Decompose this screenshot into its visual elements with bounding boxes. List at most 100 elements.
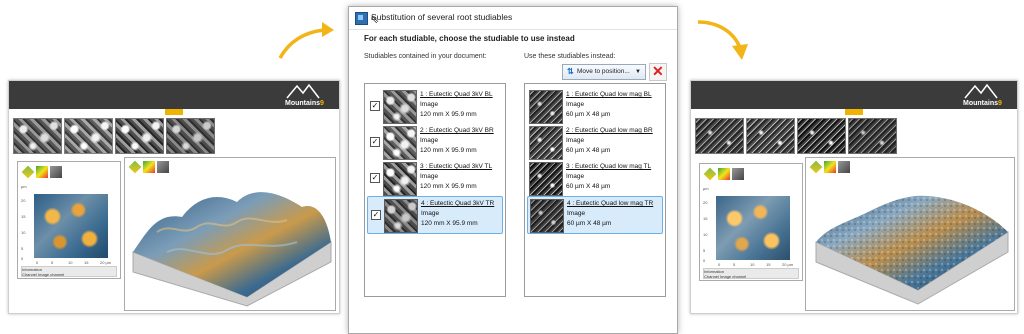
studiable-type: Image bbox=[420, 137, 439, 144]
source-list-item[interactable]: ✓ 1 : Eutectic Quad 3kV BL Image 120 mm … bbox=[367, 88, 503, 124]
include-checkbox[interactable]: ✓ bbox=[370, 101, 380, 111]
studiable-thumbnail bbox=[64, 118, 113, 154]
studiable-thumbnail bbox=[797, 118, 846, 154]
info-row-value: Image channel bbox=[38, 272, 65, 277]
studiable-size: 60 µm X 48 µm bbox=[566, 183, 611, 190]
map-2d-panel: µm 20 15 10 5 0 0 5 10 15 20 µm Informat… bbox=[17, 161, 121, 279]
move-to-position-dropdown[interactable]: ⇅ Move to position... ▼ bbox=[562, 64, 646, 80]
studiable-thumbnail bbox=[384, 199, 418, 233]
studiable-name: 1 : Eutectic Quad low mag BL bbox=[566, 91, 652, 98]
studiable-name: 3 : Eutectic Quad low mag TL bbox=[566, 163, 652, 170]
source-list-item[interactable]: ✓ 2 : Eutectic Quad 3kV BR Image 120 mm … bbox=[367, 124, 503, 160]
studiable-thumbnail bbox=[383, 90, 417, 124]
mountain-logo-icon bbox=[286, 83, 320, 99]
studiable-thumbnail bbox=[529, 90, 563, 124]
color-map-image bbox=[34, 194, 108, 258]
studiable-type: Image bbox=[421, 210, 440, 217]
x-tick: 0 bbox=[36, 260, 39, 265]
x-tick: 20 µm bbox=[782, 262, 794, 267]
surface-diamond-icon bbox=[21, 165, 35, 179]
target-list-item[interactable]: 2 : Eutectic Quad low mag BR Image 60 µm… bbox=[527, 124, 663, 160]
studiable-name: 3 : Eutectic Quad 3kV TL bbox=[420, 163, 493, 170]
mountain-logo-icon bbox=[964, 83, 998, 99]
target-list-item[interactable]: 1 : Eutectic Quad low mag BL Image 60 µm… bbox=[527, 88, 663, 124]
studiable-size: 120 mm X 95.9 mm bbox=[421, 220, 478, 227]
substitution-dialog: Substitution of several root studiables … bbox=[348, 6, 678, 334]
y-tick: 0 bbox=[703, 258, 706, 263]
logo-version: 9 bbox=[320, 100, 324, 107]
x-tick: 0 bbox=[718, 262, 721, 267]
delete-x-icon: ✕ bbox=[652, 63, 664, 79]
surface-diamond-icon bbox=[703, 167, 717, 181]
arrow-down-right-icon bbox=[697, 20, 748, 60]
studiable-thumbnail bbox=[848, 118, 897, 154]
document-header: Mountains9 bbox=[691, 81, 1017, 109]
surface-3d-render bbox=[815, 195, 1009, 305]
studiable-size: 60 µm X 48 µm bbox=[567, 220, 612, 227]
x-tick: 5 bbox=[733, 262, 736, 267]
surface-3d-panel bbox=[124, 157, 336, 311]
info-row-label: Channel bbox=[22, 272, 37, 277]
studiable-thumbnail bbox=[13, 118, 62, 154]
studiable-thumbnail bbox=[383, 162, 417, 196]
info-row-label: Channel bbox=[704, 274, 719, 279]
target-list-item[interactable]: 3 : Eutectic Quad low mag TL Image 60 µm… bbox=[527, 160, 663, 196]
studiable-thumbnail bbox=[530, 199, 564, 233]
x-tick: 15 bbox=[84, 260, 89, 265]
chevron-down-icon: ▼ bbox=[635, 69, 641, 75]
mouse-cursor-icon: ⇖ bbox=[370, 14, 380, 26]
studiable-type: Image bbox=[566, 101, 585, 108]
source-list-item-selected[interactable]: ✓ 4 : Eutectic Quad 3kV TR Image 120 mm … bbox=[367, 196, 503, 234]
info-row-value: Image channel bbox=[720, 274, 747, 279]
document-header: Mountains9 bbox=[9, 81, 339, 109]
move-arrows-icon: ⇅ bbox=[567, 67, 574, 76]
y-tick: 0 bbox=[21, 256, 24, 261]
include-checkbox[interactable]: ✓ bbox=[370, 137, 380, 147]
logo-version: 9 bbox=[998, 100, 1002, 107]
dialog-titlebar[interactable]: Substitution of several root studiables bbox=[349, 7, 677, 30]
x-tick: 5 bbox=[51, 260, 54, 265]
studiable-type: Image bbox=[420, 173, 439, 180]
arrow-right-icon bbox=[278, 22, 334, 59]
include-checkbox[interactable]: ✓ bbox=[370, 173, 380, 183]
studiable-thumbnail bbox=[529, 126, 563, 160]
studiable-name: 1 : Eutectic Quad 3kV BL bbox=[420, 91, 493, 98]
y-tick: 10 bbox=[21, 230, 26, 235]
surface-3d-render bbox=[132, 192, 332, 307]
x-tick: 10 bbox=[68, 260, 73, 265]
source-list-item[interactable]: ✓ 3 : Eutectic Quad 3kV TL Image 120 mm … bbox=[367, 160, 503, 196]
info-table: Information Channel Image channel bbox=[21, 266, 117, 277]
studiable-thumbnail bbox=[529, 162, 563, 196]
y-tick: 5 bbox=[21, 246, 24, 251]
y-tick: 20 bbox=[21, 198, 26, 203]
delete-button[interactable]: ✕ bbox=[649, 63, 667, 81]
x-tick: 10 bbox=[750, 262, 755, 267]
x-tick: 20 µm bbox=[100, 260, 112, 265]
studiable-name: 2 : Eutectic Quad low mag BR bbox=[566, 127, 653, 134]
gray-image-icon bbox=[732, 168, 744, 180]
y-tick: 5 bbox=[703, 248, 706, 253]
source-list-label: Studiables contained in your document: bbox=[364, 53, 487, 60]
mountains-logo: Mountains9 bbox=[285, 83, 331, 107]
include-checkbox[interactable]: ✓ bbox=[371, 210, 381, 220]
target-studiables-list[interactable]: 1 : Eutectic Quad low mag BL Image 60 µm… bbox=[524, 83, 666, 297]
studiable-name: 2 : Eutectic Quad 3kV BR bbox=[420, 127, 494, 134]
logo-text: Mountains bbox=[285, 100, 320, 107]
target-list-item-selected[interactable]: 4 : Eutectic Quad low mag TR Image 60 µm… bbox=[527, 196, 663, 234]
map-2d-panel: µm 20 15 10 5 0 0 5 10 15 20 µm Informat… bbox=[699, 163, 803, 281]
studiable-size: 60 µm X 48 µm bbox=[566, 111, 611, 118]
color-map-icon bbox=[36, 166, 48, 178]
studiable-thumbnail bbox=[115, 118, 164, 154]
axis-unit: µm bbox=[21, 184, 27, 189]
logo-text: Mountains bbox=[963, 100, 998, 107]
left-document-preview: Mountains9 µm 20 15 10 5 0 0 5 10 15 20 … bbox=[8, 80, 340, 314]
studiable-name: 4 : Eutectic Quad low mag TR bbox=[567, 200, 654, 207]
y-tick: 15 bbox=[703, 216, 708, 221]
gray-image-icon bbox=[50, 166, 62, 178]
studiable-type: Image bbox=[566, 173, 585, 180]
app-icon bbox=[355, 12, 368, 25]
studiable-type: Image bbox=[567, 210, 586, 217]
studiable-size: 120 mm X 95.9 mm bbox=[420, 183, 477, 190]
y-tick: 20 bbox=[703, 200, 708, 205]
source-studiables-list[interactable]: ✓ 1 : Eutectic Quad 3kV BL Image 120 mm … bbox=[364, 83, 506, 297]
